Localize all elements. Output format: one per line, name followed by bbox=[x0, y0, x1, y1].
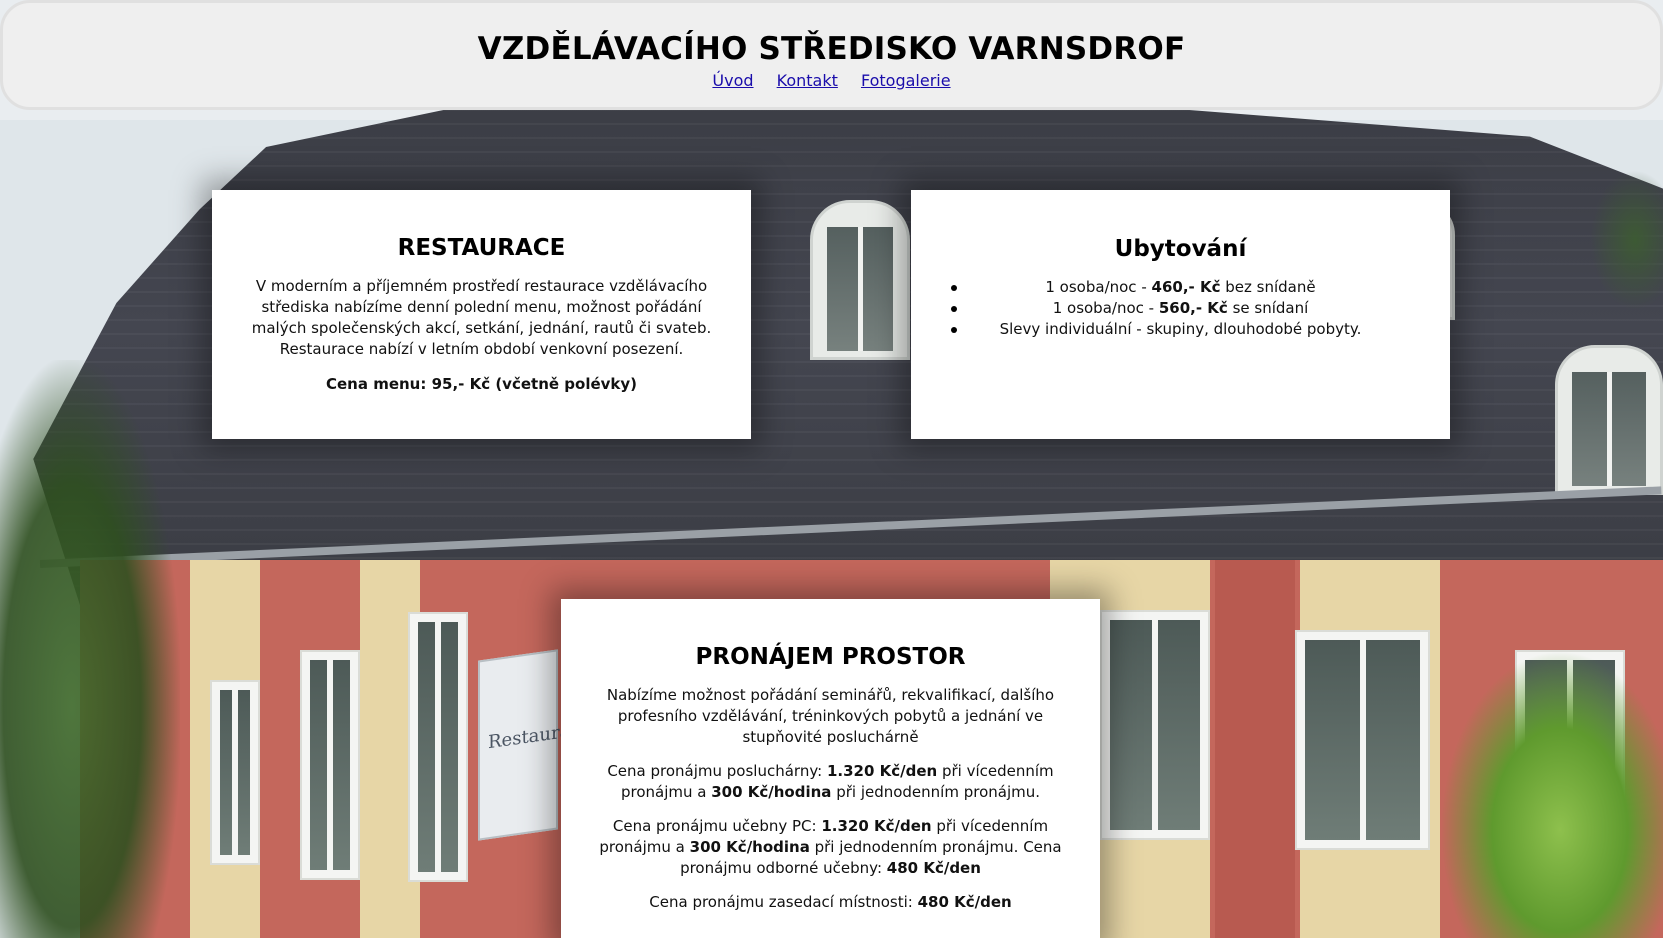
pronajem-title: PRONÁJEM PROSTOR bbox=[695, 644, 966, 670]
pronajem-card: PRONÁJEM PROSTOR Nabízíme možnost pořádá… bbox=[561, 599, 1100, 938]
photo-dormer-window bbox=[810, 200, 910, 360]
price-text: při jednodenním pronájmu. bbox=[831, 783, 1041, 801]
pronajem-zasedaci-price: Cena pronájmu zasedací místnosti: 480 Kč… bbox=[583, 892, 1078, 913]
bullet-icon bbox=[951, 327, 957, 333]
price-text: Cena pronájmu zasedací místnosti: bbox=[649, 893, 918, 911]
list-item-price: 460,- Kč bbox=[1151, 278, 1221, 296]
photo-dormer-window bbox=[1555, 345, 1663, 495]
restaurace-card: RESTAURACE V moderním a příjemném prostř… bbox=[212, 190, 751, 439]
pronajem-posluchar-price: Cena pronájmu posluchárny: 1.320 Kč/den … bbox=[583, 761, 1078, 803]
list-item-text: Slevy individuální - skupiny, dlouhodobé… bbox=[999, 320, 1362, 338]
restaurace-description: V moderním a příjemném prostředí restaur… bbox=[251, 277, 712, 358]
photo-window bbox=[1295, 630, 1430, 850]
nav-link-kontakt[interactable]: Kontakt bbox=[777, 71, 838, 90]
list-item-text: 1 osoba/noc - bbox=[1052, 299, 1159, 317]
list-item: Slevy individuální - skupiny, dlouhodobé… bbox=[933, 319, 1428, 340]
site-header: VZDĚLÁVACÍHO STŘEDISKO VARNSDROF Úvod Ko… bbox=[0, 0, 1663, 110]
photo-window bbox=[300, 650, 360, 880]
price-value: 300 Kč/hodina bbox=[689, 838, 810, 856]
photo-pillar bbox=[1215, 560, 1295, 938]
photo-window bbox=[210, 680, 260, 865]
restaurace-title: RESTAURACE bbox=[397, 235, 566, 261]
price-value: 300 Kč/hodina bbox=[711, 783, 832, 801]
ubytovani-price-list: 1 osoba/noc - 460,- Kč bez snídaně 1 oso… bbox=[933, 277, 1428, 340]
photo-tree-right bbox=[1440, 650, 1663, 938]
bullet-icon bbox=[951, 306, 957, 312]
ubytovani-card: Ubytování 1 osoba/noc - 460,- Kč bez sní… bbox=[911, 190, 1450, 439]
price-value: 1.320 Kč/den bbox=[821, 817, 932, 835]
photo-window bbox=[408, 612, 468, 882]
list-item-text: 1 osoba/noc - bbox=[1045, 278, 1152, 296]
list-item-price: 560,- Kč bbox=[1158, 299, 1228, 317]
price-text: Cena pronájmu učebny PC: bbox=[612, 817, 822, 835]
list-item: 1 osoba/noc - 460,- Kč bez snídaně bbox=[933, 277, 1428, 298]
nav-link-uvod[interactable]: Úvod bbox=[712, 71, 753, 90]
bullet-icon bbox=[951, 285, 957, 291]
photo-tree-top-right bbox=[1590, 170, 1663, 310]
photo-window bbox=[1100, 610, 1210, 840]
price-text: Cena pronájmu posluchárny: bbox=[607, 762, 827, 780]
restaurace-menu-price: Cena menu: 95,- Kč (včetně polévky) bbox=[325, 375, 638, 393]
photo-tree-left bbox=[0, 360, 180, 938]
site-title: VZDĚLÁVACÍHO STŘEDISKO VARNSDROF bbox=[477, 31, 1186, 67]
nav-link-fotogalerie[interactable]: Fotogalerie bbox=[861, 71, 951, 90]
price-value: 480 Kč/den bbox=[886, 859, 981, 877]
ubytovani-title: Ubytování bbox=[1114, 236, 1247, 262]
price-value: 1.320 Kč/den bbox=[826, 762, 938, 780]
pronajem-ucebna-price: Cena pronájmu učebny PC: 1.320 Kč/den př… bbox=[583, 816, 1078, 879]
price-value: 480 Kč/den bbox=[917, 893, 1012, 911]
list-item: 1 osoba/noc - 560,- Kč se snídaní bbox=[933, 298, 1428, 319]
list-item-text: se snídaní bbox=[1227, 299, 1309, 317]
pronajem-intro: Nabízíme možnost pořádání seminářů, rekv… bbox=[606, 686, 1055, 746]
main-nav: Úvod Kontakt Fotogalerie bbox=[3, 71, 1660, 91]
list-item-text: bez snídaně bbox=[1220, 278, 1316, 296]
